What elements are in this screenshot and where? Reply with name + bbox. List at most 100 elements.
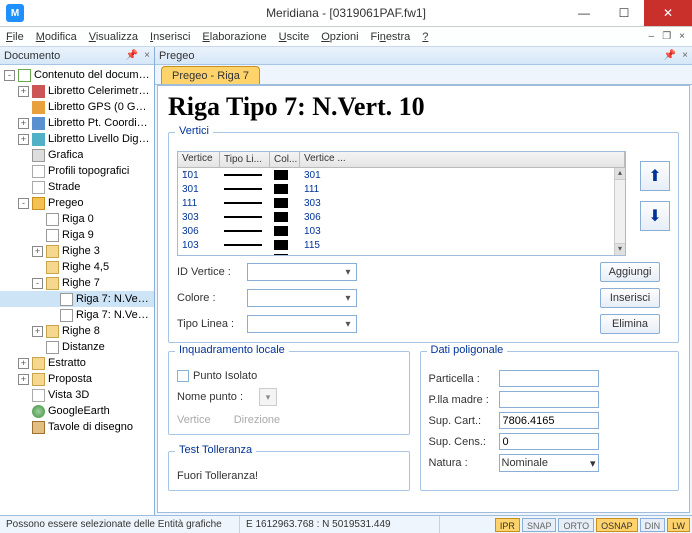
tab-pregeo-riga7[interactable]: Pregeo - Riga 7 — [161, 66, 260, 84]
tree-expander[interactable]: - — [32, 278, 43, 289]
tree-expander[interactable]: + — [32, 246, 43, 257]
pllamadre-input[interactable] — [499, 391, 599, 408]
tree-item[interactable]: +Libretto Celerimetrico (1 L — [0, 83, 154, 99]
grid-scrollbar[interactable]: ▴ ▾ — [614, 168, 625, 255]
scroll-down-icon[interactable]: ▾ — [615, 243, 625, 255]
grid-row[interactable]: 303306 — [178, 210, 625, 224]
direzione-radio-label: Direzione — [234, 414, 280, 426]
tree-expander[interactable]: + — [18, 358, 29, 369]
tree-item[interactable]: + Righe 8 — [0, 323, 154, 339]
menu-finestra[interactable]: Finestra — [371, 31, 411, 43]
panel-close-icon[interactable]: × — [682, 50, 688, 61]
tree-item[interactable]: Riga 9 — [0, 227, 154, 243]
grid-row[interactable]: 101301 — [178, 168, 625, 182]
menu-help[interactable]: ? — [422, 31, 428, 43]
mdi-close-button[interactable]: × — [676, 31, 688, 42]
tree-item[interactable]: Righe 4,5 — [0, 259, 154, 275]
tree-item[interactable]: Strade — [0, 179, 154, 195]
snap-orto[interactable]: ORTO — [558, 518, 594, 532]
tree-item[interactable]: +Libretto Pt. Coordinate (0 — [0, 115, 154, 131]
grid-col-colore[interactable]: Col... — [270, 152, 300, 167]
tree-item[interactable]: +Proposta — [0, 371, 154, 387]
tree-label: Righe 8 — [62, 325, 100, 337]
natura-select[interactable]: Nominale ▾ — [499, 454, 599, 472]
page-icon — [46, 229, 59, 242]
natura-label: Natura : — [429, 457, 499, 469]
grid-row[interactable]: 306103 — [178, 224, 625, 238]
tree-expander[interactable]: + — [18, 118, 29, 129]
nome-punto-combo[interactable]: ▾ — [259, 388, 277, 406]
tree-item[interactable]: Profili topografici — [0, 163, 154, 179]
snap-lw[interactable]: LW — [667, 518, 690, 532]
menu-modifica[interactable]: Modifica — [36, 31, 77, 43]
tree-item[interactable]: +Righe 3 — [0, 243, 154, 259]
snap-osnap[interactable]: OSNAP — [596, 518, 638, 532]
tree-expander[interactable]: - — [4, 70, 15, 81]
move-down-button[interactable]: ⬇ — [640, 201, 670, 231]
tree-expander[interactable]: + — [18, 374, 29, 385]
tree-item[interactable]: Libretto GPS (0 Grp.) — [0, 99, 154, 115]
tree-item[interactable]: Vista 3D — [0, 387, 154, 403]
scroll-up-icon[interactable]: ▴ — [615, 168, 625, 180]
supcens-input[interactable] — [499, 433, 599, 450]
cell-colore — [270, 212, 300, 222]
tree-item[interactable]: -Pregeo — [0, 195, 154, 211]
grid-row[interactable]: 111303 — [178, 196, 625, 210]
tree-item[interactable]: -Contenuto del documento — [0, 67, 154, 83]
minimize-button[interactable]: — — [564, 0, 604, 26]
tree-label: Distanze — [62, 341, 105, 353]
grid-col-tipolinea[interactable]: Tipo Li... — [220, 152, 270, 167]
inserisci-button[interactable]: Inserisci — [600, 288, 660, 308]
panel-close-icon[interactable]: × — [144, 50, 150, 61]
tree-expander[interactable]: - — [18, 198, 29, 209]
menu-elaborazione[interactable]: Elaborazione — [202, 31, 266, 43]
tree-item[interactable]: +Libretto Livello Digitale (0 — [0, 131, 154, 147]
tree-label: Righe 4,5 — [62, 261, 109, 273]
tree-item[interactable]: Distanze — [0, 339, 154, 355]
mdi-minimize-button[interactable]: – — [646, 31, 658, 42]
tree-item[interactable]: -Righe 7 — [0, 275, 154, 291]
menu-file[interactable]: File — [6, 31, 24, 43]
tree-expander[interactable]: + — [18, 86, 29, 97]
menu-visualizza[interactable]: Visualizza — [89, 31, 138, 43]
move-up-button[interactable]: ⬆ — [640, 161, 670, 191]
grid-col-vertice2[interactable]: Vertice ... — [300, 152, 625, 167]
tree-item[interactable]: Riga 7: N.Vert. 10 — [0, 291, 154, 307]
tree-expander[interactable]: + — [32, 326, 43, 337]
tree-expander[interactable]: + — [18, 134, 29, 145]
tree-item[interactable]: Riga 0 — [0, 211, 154, 227]
pin-icon[interactable]: 📌 — [664, 50, 676, 61]
pin-icon[interactable]: 📌 — [126, 50, 138, 61]
tipolinea-combo[interactable]: ▾ — [247, 315, 357, 333]
mdi-restore-button[interactable]: ❐ — [659, 31, 674, 42]
menu-opzioni[interactable]: Opzioni — [321, 31, 358, 43]
colore-combo[interactable]: ▾ — [247, 289, 357, 307]
idvertice-combo[interactable]: ▾ — [247, 263, 357, 281]
supcart-input[interactable] — [499, 412, 599, 429]
snap-snap[interactable]: SNAP — [522, 518, 557, 532]
elimina-button[interactable]: Elimina — [600, 314, 660, 334]
grid-row[interactable]: 103115 — [178, 238, 625, 252]
dati-legend: Dati poligonale — [427, 344, 508, 356]
particella-input[interactable] — [499, 370, 599, 387]
document-tree[interactable]: -Contenuto del documento+Libretto Celeri… — [0, 65, 154, 515]
snap-ipr[interactable]: IPR — [495, 518, 520, 532]
tree-item[interactable]: GoogleEarth — [0, 403, 154, 419]
maximize-button[interactable]: ☐ — [604, 0, 644, 26]
menu-inserisci[interactable]: Inserisci — [150, 31, 190, 43]
grid-col-vertice1[interactable]: Vertice ... — [178, 152, 220, 167]
tree-item[interactable]: Riga 7: N.Vert. 9 — [0, 307, 154, 323]
cell-colore — [270, 198, 300, 208]
aggiungi-button[interactable]: Aggiungi — [600, 262, 660, 282]
tree-item[interactable]: Grafica — [0, 147, 154, 163]
punto-isolato-checkbox[interactable] — [177, 370, 189, 382]
vertici-grid[interactable]: Vertice ... Tipo Li... Col... Vertice ..… — [177, 151, 626, 256]
tree-item[interactable]: +Estratto — [0, 355, 154, 371]
tree-item[interactable]: Tavole di disegno — [0, 419, 154, 435]
menu-uscite[interactable]: Uscite — [279, 31, 310, 43]
status-left: Possono essere selezionate delle Entità … — [0, 516, 240, 533]
grid-row[interactable]: 115114 — [178, 252, 625, 255]
grid-row[interactable]: 301111 — [178, 182, 625, 196]
snap-din[interactable]: DIN — [640, 518, 666, 532]
close-button[interactable]: ✕ — [644, 0, 692, 26]
